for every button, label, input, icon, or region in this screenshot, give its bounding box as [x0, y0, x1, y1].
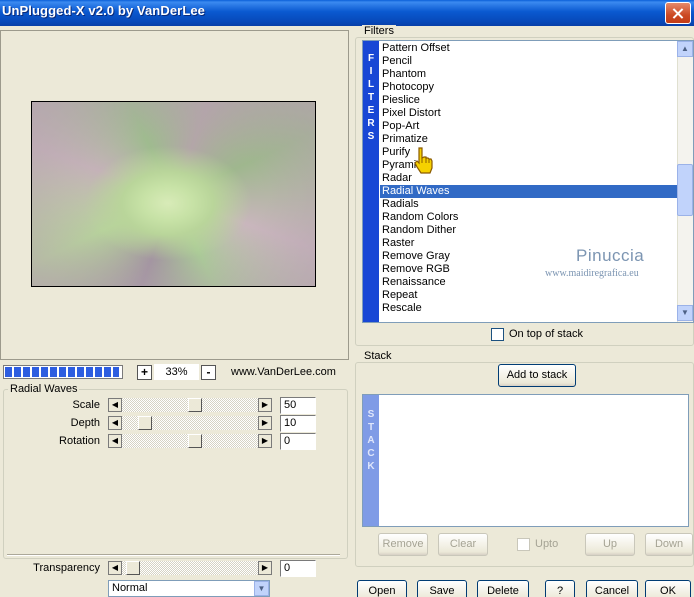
- cancel-button[interactable]: Cancel: [586, 580, 638, 597]
- param-scale-thumb[interactable]: [188, 398, 202, 412]
- scroll-down-icon[interactable]: ▼: [677, 305, 693, 321]
- filter-list-item[interactable]: Photocopy: [380, 81, 677, 94]
- param-rotation-label: Rotation: [59, 435, 100, 447]
- upto-checkbox[interactable]: [517, 538, 530, 551]
- chevron-left-icon[interactable]: ◀: [108, 434, 122, 448]
- filters-sidebar-letter: T: [367, 92, 375, 103]
- blend-mode-select[interactable]: Normal: [108, 580, 270, 597]
- help-button[interactable]: ?: [545, 580, 575, 597]
- hand-pointer-icon: [414, 147, 433, 174]
- open-button[interactable]: Open: [357, 580, 407, 597]
- filter-list-item[interactable]: Pixel Distort: [380, 107, 677, 120]
- website-link[interactable]: www.VanDerLee.com: [231, 366, 336, 378]
- watermark-url: www.maidiregrafica.eu: [545, 268, 639, 279]
- filter-list-item[interactable]: Radials: [380, 198, 677, 211]
- param-scale-value[interactable]: 50: [280, 397, 316, 414]
- remove-button[interactable]: Remove: [378, 533, 428, 556]
- watermark-title: Pinuccia: [576, 246, 645, 265]
- transparency-value[interactable]: 0: [280, 560, 316, 577]
- stack-group-label: Stack: [362, 350, 394, 362]
- window-title: UnPlugged-X v2.0 by VanDerLee: [2, 3, 206, 18]
- stack-sidebar-letter: T: [367, 422, 375, 433]
- divider: [7, 555, 340, 556]
- delete-button[interactable]: Delete: [477, 580, 529, 597]
- chevron-down-icon[interactable]: ▼: [254, 581, 269, 596]
- filter-list-item[interactable]: Pieslice: [380, 94, 677, 107]
- transparency-thumb[interactable]: [126, 561, 140, 575]
- filter-list-item[interactable]: Phantom: [380, 68, 677, 81]
- transparency-label: Transparency: [33, 562, 100, 574]
- filters-sidebar-letter: L: [367, 79, 375, 90]
- filters-sidebar-letter: R: [367, 118, 375, 129]
- title-bar[interactable]: UnPlugged-X v2.0 by VanDerLee: [0, 0, 694, 26]
- filters-sidebar-letter: F: [367, 53, 375, 64]
- preview-vignette: [32, 102, 315, 286]
- on-top-label: On top of stack: [509, 328, 583, 340]
- chevron-left-icon[interactable]: ◀: [108, 398, 122, 412]
- params-group-label: Radial Waves: [8, 383, 80, 395]
- up-button[interactable]: Up: [585, 533, 635, 556]
- zoom-out-button[interactable]: -: [201, 365, 216, 380]
- stack-sidebar-letter: S: [367, 409, 375, 420]
- save-button[interactable]: Save: [417, 580, 467, 597]
- chevron-right-icon[interactable]: ▶: [258, 398, 272, 412]
- clear-button[interactable]: Clear: [438, 533, 488, 556]
- stack-sidebar-letter: A: [367, 435, 375, 446]
- filter-list-item[interactable]: Pattern Offset: [380, 42, 677, 55]
- filter-list-item[interactable]: Rescale: [380, 302, 677, 315]
- stack-sidebar-letter: C: [367, 448, 375, 459]
- filter-list-item[interactable]: Radial Waves: [380, 185, 677, 198]
- stack-list[interactable]: [362, 394, 689, 527]
- filters-sidebar-letter: S: [367, 131, 375, 142]
- filter-list-item[interactable]: Random Dither: [380, 224, 677, 237]
- filter-list-item[interactable]: Repeat: [380, 289, 677, 302]
- filters-sidebar-letter: I: [369, 66, 373, 77]
- param-depth-label: Depth: [70, 417, 100, 429]
- chevron-left-icon[interactable]: ◀: [108, 561, 122, 575]
- zoom-in-button[interactable]: +: [137, 365, 152, 380]
- filters-group-label: Filters: [362, 25, 396, 37]
- stack-sidebar-letter: K: [367, 461, 375, 472]
- progress-fill: [5, 367, 119, 377]
- filter-list-item[interactable]: Primatize: [380, 133, 677, 146]
- upto-label: Upto: [535, 538, 559, 550]
- filter-list-item[interactable]: Pencil: [380, 55, 677, 68]
- scroll-up-icon[interactable]: ▲: [677, 41, 693, 57]
- down-button[interactable]: Down: [645, 533, 693, 556]
- zoom-value: 33%: [154, 364, 199, 380]
- chevron-right-icon[interactable]: ▶: [258, 561, 272, 575]
- close-icon[interactable]: [665, 2, 691, 24]
- chevron-left-icon[interactable]: ◀: [108, 416, 122, 430]
- transparency-slider[interactable]: [122, 561, 264, 575]
- add-to-stack-button[interactable]: Add to stack: [498, 364, 576, 387]
- filter-list-item[interactable]: Random Colors: [380, 211, 677, 224]
- param-rotation-value[interactable]: 0: [280, 433, 316, 450]
- param-depth-thumb[interactable]: [138, 416, 152, 430]
- param-rotation-thumb[interactable]: [188, 434, 202, 448]
- filter-list-item[interactable]: Pop-Art: [380, 120, 677, 133]
- ok-button[interactable]: OK: [645, 580, 691, 597]
- chevron-right-icon[interactable]: ▶: [258, 434, 272, 448]
- chevron-right-icon[interactable]: ▶: [258, 416, 272, 430]
- on-top-checkbox[interactable]: [491, 328, 504, 341]
- param-scale-label: Scale: [72, 399, 100, 411]
- progress-bar: [3, 365, 123, 379]
- scrollbar-thumb[interactable]: [677, 164, 693, 216]
- param-depth-value[interactable]: 10: [280, 415, 316, 432]
- filters-sidebar-letter: E: [367, 105, 375, 116]
